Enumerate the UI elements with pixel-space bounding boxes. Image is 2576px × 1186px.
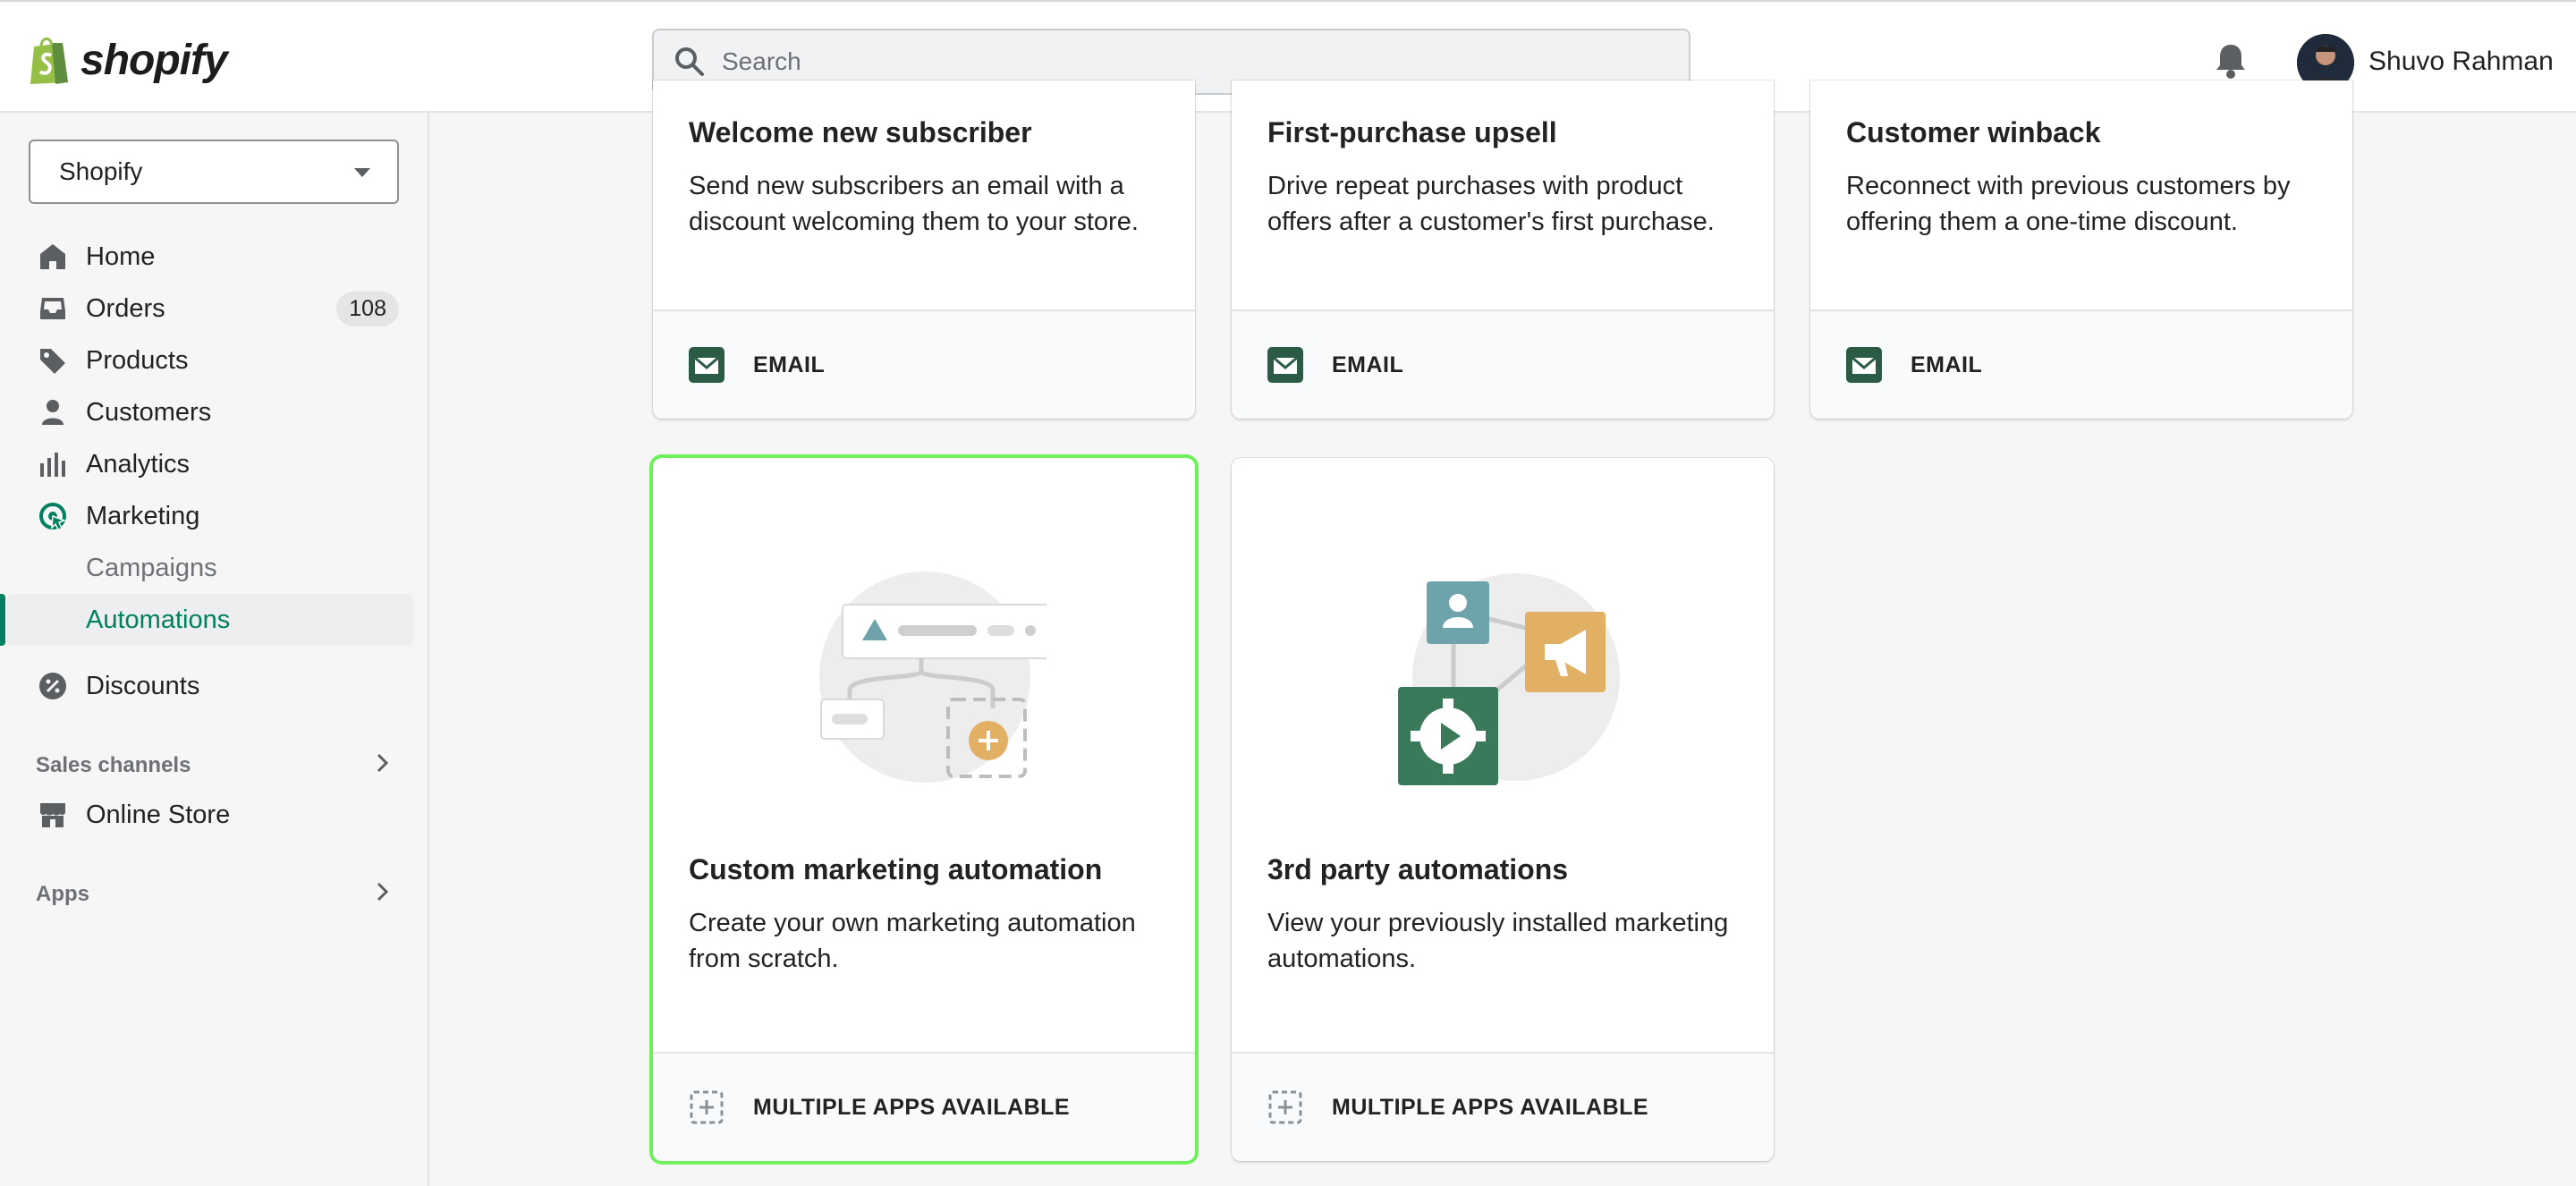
automation-card-welcome[interactable]: Welcome new subscriber Send new subscrib…	[653, 80, 1195, 419]
sidebar-item-analytics[interactable]: Analytics	[0, 438, 429, 490]
sidebar-item-campaigns[interactable]: Campaigns	[0, 542, 429, 594]
apps-heading: Apps	[36, 882, 89, 906]
card-description: Reconnect with previous customers by off…	[1846, 172, 2291, 236]
card-footer: EMAIL	[1232, 309, 1774, 419]
person-icon	[42, 400, 64, 425]
chevron-right-icon[interactable]	[370, 880, 394, 903]
card-title: Welcome new subscriber	[689, 116, 1032, 148]
sidebar-item-orders[interactable]: Orders 108	[0, 283, 429, 335]
user-name[interactable]: Shuvo Rahman	[2368, 47, 2554, 77]
card-description: View your previously installed marketing…	[1267, 909, 1729, 973]
sidebar-item-label: Automations	[86, 605, 231, 634]
sidebar-item-label: Online Store	[86, 800, 231, 829]
store-selector[interactable]: Shopify	[29, 140, 399, 204]
card-title: First-purchase upsell	[1267, 116, 1557, 148]
shopify-bag-icon	[30, 38, 68, 84]
discount-icon	[39, 673, 66, 699]
email-icon	[689, 347, 724, 383]
marketing-icon	[39, 503, 67, 530]
chevron-right-icon[interactable]	[370, 751, 394, 775]
sidebar-item-label: Customers	[86, 397, 212, 427]
card-description: Send new subscribers an email with a dis…	[689, 172, 1139, 236]
sidebar-item-label: Orders	[86, 293, 165, 323]
sidebar-item-label: Analytics	[86, 449, 191, 479]
sidebar-item-home[interactable]: Home	[0, 231, 429, 283]
automation-card-third-party[interactable]: 3rd party automations View your previous…	[1232, 458, 1774, 1161]
search-placeholder: Search	[722, 47, 801, 75]
email-icon	[1267, 347, 1303, 383]
bell-icon[interactable]	[2213, 41, 2249, 80]
orders-icon	[40, 298, 65, 319]
automation-card-custom[interactable]: Custom marketing automation Create your …	[653, 458, 1195, 1161]
card-title: Custom marketing automation	[689, 853, 1103, 885]
sidebar-item-customers[interactable]: Customers	[0, 386, 429, 438]
sales-channels-heading: Sales channels	[36, 753, 191, 777]
card-footer-label: MULTIPLE APPS AVAILABLE	[1332, 1094, 1649, 1120]
sidebar-item-online-store[interactable]: Online Store	[0, 789, 429, 841]
card-title: Customer winback	[1846, 116, 2101, 148]
sidebar-item-label: Marketing	[86, 501, 200, 530]
orders-count-badge: 108	[336, 291, 399, 326]
sidebar-item-marketing[interactable]: Marketing	[0, 490, 429, 542]
sidebar-item-label: Discounts	[86, 671, 200, 700]
card-title: 3rd party automations	[1267, 853, 1569, 885]
integrations-illustration	[1398, 573, 1620, 785]
sidebar-item-label: Campaigns	[86, 553, 217, 582]
email-icon	[1846, 347, 1882, 383]
card-footer-label: EMAIL	[1911, 352, 1983, 377]
automation-card-winback[interactable]: Customer winback Reconnect with previous…	[1810, 80, 2352, 419]
card-description: Create your own marketing automation fro…	[689, 909, 1136, 973]
sidebar-item-automations[interactable]: Automations	[0, 594, 429, 646]
automation-card-upsell[interactable]: First-purchase upsell Drive repeat purch…	[1232, 80, 1774, 419]
store-name: Shopify	[59, 157, 143, 185]
workflow-illustration	[819, 572, 1046, 783]
shopify-logo[interactable]: shopify	[27, 34, 228, 86]
dashed-plus-icon	[690, 1090, 724, 1124]
active-indicator	[0, 594, 5, 646]
card-footer-label: MULTIPLE APPS AVAILABLE	[753, 1094, 1071, 1120]
card-footer: EMAIL	[1810, 309, 2352, 419]
sidebar-item-label: Home	[86, 241, 156, 271]
card-footer: MULTIPLE APPS AVAILABLE	[653, 1052, 1195, 1161]
sidebar: Shopify Home Orders 108 Products Custome…	[0, 113, 429, 1186]
bar-chart-icon	[40, 453, 65, 477]
store-icon	[40, 803, 65, 827]
search-icon	[675, 47, 704, 76]
card-footer-label: EMAIL	[1332, 352, 1404, 377]
home-icon	[40, 244, 65, 269]
tag-icon	[40, 349, 65, 374]
card-footer-label: EMAIL	[753, 352, 826, 377]
caret-down-icon	[354, 168, 370, 177]
dashed-plus-icon	[1268, 1090, 1302, 1124]
card-footer: EMAIL	[653, 309, 1195, 419]
sidebar-item-label: Products	[86, 345, 189, 375]
logo-wordmark: shopify	[80, 36, 228, 84]
sidebar-item-discounts[interactable]: Discounts	[0, 660, 429, 712]
card-footer: MULTIPLE APPS AVAILABLE	[1232, 1052, 1774, 1161]
sidebar-item-products[interactable]: Products	[0, 335, 429, 386]
card-description: Drive repeat purchases with product offe…	[1267, 172, 1715, 236]
